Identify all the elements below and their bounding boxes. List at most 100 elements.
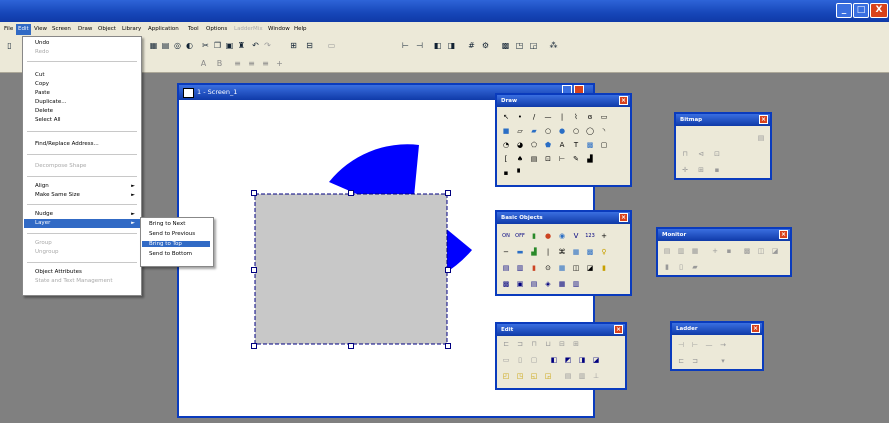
menu-window[interactable]: Window [266,24,292,35]
history-icon[interactable]: ◫ [571,264,581,273]
fill-icon[interactable]: ▟ [585,155,595,164]
chart-icon[interactable]: ⌘ [557,248,567,257]
filled-rect-icon[interactable]: ■ [501,127,511,136]
monitor-icon[interactable]: + [710,247,720,256]
bitmap-move-icon[interactable]: ✛ [680,166,690,175]
value-object[interactable]: V [571,232,581,241]
bring-next-icon[interactable]: ◰ [501,372,511,381]
submenu-item-bring-to-top[interactable]: Bring to Top [142,241,210,247]
resize-handle[interactable] [251,190,257,196]
close-button[interactable]: X [870,3,888,18]
close-icon[interactable]: × [619,96,628,105]
minimize-button[interactable]: _ [836,3,852,18]
plus-icon[interactable]: + [599,232,609,241]
ellipse-icon[interactable]: ○ [571,127,581,136]
resize-handle[interactable] [348,190,354,196]
find-icon[interactable]: ♜ [236,41,247,51]
download-icon[interactable]: ⁂ [548,41,559,51]
filled-parallelogram-icon[interactable]: ▰ [529,127,539,136]
menu-screen[interactable]: Screen [50,24,73,35]
menu-item-copy[interactable]: Copy [35,81,49,87]
edit-palette-title[interactable]: Edit × [497,324,625,336]
pointer-icon[interactable]: ↖ [501,113,511,122]
pen-icon[interactable]: ✎ [571,155,581,164]
menu-item-make-same-size[interactable]: Make Same Size [35,192,80,198]
alarm-icon[interactable]: ♀ [599,248,609,257]
line-icon[interactable]: / [529,113,539,122]
text-box-icon[interactable]: T [571,141,581,150]
bitmap-flip-icon[interactable]: ⊓ [680,150,690,159]
clock-icon[interactable]: ⊙ [543,264,553,273]
menu-file[interactable]: File [2,24,15,35]
resize-handle[interactable] [251,343,257,349]
menu-item-group[interactable]: Group [35,240,52,246]
menu-edit[interactable]: Edit [16,24,31,35]
align-bottom-icon[interactable]: ⊔ [543,340,553,349]
menu-help[interactable]: Help [292,24,309,35]
bar-icon[interactable]: | [543,248,553,257]
decompose-icon[interactable]: ⊥ [591,372,601,381]
menu-item-nudge[interactable]: Nudge [35,211,53,217]
menu-item-find-replace[interactable]: Find/Replace Address... [35,141,99,147]
undo-icon[interactable]: ↶ [250,41,261,51]
menu-item-decompose-shape[interactable]: Decompose Shape [35,163,86,169]
close-icon[interactable]: × [619,213,628,222]
off-button-object[interactable]: OFF [515,232,525,241]
word-icon[interactable]: ▭ [326,41,337,51]
align-text-right-icon[interactable]: ≡ [260,59,271,69]
date-icon[interactable]: ▦ [557,264,567,273]
bitmap-crop-icon[interactable]: ⊡ [712,150,722,159]
bit-icon[interactable]: ⊟ [304,41,315,51]
menu-laddermix[interactable]: LadderMix [232,24,265,35]
send-back-icon[interactable]: ◨ [446,41,457,51]
pie-icon[interactable]: ◔ [501,141,511,150]
draw-palette-title[interactable]: Draw × [497,95,630,107]
curve-icon[interactable]: ɞ [585,113,595,122]
monitor-icon[interactable]: ◫ [756,247,766,256]
menu-item-delete[interactable]: Delete [35,108,53,114]
submenu-item-send-to-previous[interactable]: Send to Previous [149,231,195,237]
rotate-icon[interactable]: ◐ [184,41,195,51]
bitmap-rotate-icon[interactable]: ⊲ [696,150,706,159]
menu-item-redo[interactable]: Redo [35,49,49,55]
ellipse-alt-icon[interactable]: ◯ [585,127,595,136]
dimension-icon[interactable]: ⊡ [543,155,553,164]
same-size-icon[interactable]: ▢ [529,356,539,365]
group-icon[interactable]: ▤ [563,372,573,381]
resize-handle[interactable] [251,267,257,273]
monitor-palette[interactable]: Monitor × ▤ ▥ ▦ + ▪ ▩ ◫ ◪ ▮ ▯ ▰ [656,227,792,277]
keypad-icon[interactable]: ▤ [501,264,511,273]
window-icon[interactable]: ▤ [529,280,539,289]
menu-item-ungroup[interactable]: Ungroup [35,249,59,255]
monitor-icon[interactable]: ▪ [724,247,734,256]
nudge-up-icon[interactable]: ◩ [563,356,573,365]
contact-nc-icon[interactable]: ⊢ [690,341,700,350]
save-icon[interactable]: ▦ [148,41,159,51]
align-left-icon[interactable]: ⊏ [501,340,511,349]
polyline-icon[interactable]: ⌇ [571,113,581,122]
resize-handle[interactable] [445,343,451,349]
cut-icon[interactable]: ✂ [200,41,211,51]
zoom-icon[interactable]: ◎ [172,41,183,51]
polygon-icon[interactable]: ⬠ [529,141,539,150]
menu-object[interactable]: Object [96,24,118,35]
screen-button-icon[interactable]: ▣ [515,280,525,289]
same-height-icon[interactable]: ▯ [515,356,525,365]
numeric-object[interactable]: 123 [585,232,595,241]
menu-options[interactable]: Options [204,24,229,35]
bitmap-icon[interactable]: ▩ [585,141,595,150]
monitor-icon[interactable]: ▦ [690,247,700,256]
align-right-icon[interactable]: ⊐ [515,340,525,349]
filled-circle-icon[interactable]: ● [557,127,567,136]
align-vcenter-icon[interactable]: ⊟ [557,340,567,349]
report-icon[interactable]: ▥ [571,280,581,289]
scale-icon[interactable]: [ [501,155,511,164]
graph-icon[interactable]: ▟ [529,248,539,257]
close-icon[interactable]: × [614,325,623,334]
monitor-icon[interactable]: ▮ [662,263,672,272]
close-icon[interactable]: × [751,324,760,333]
trend-icon[interactable]: ▦ [571,248,581,257]
edit-palette[interactable]: Edit × ⊏ ⊐ ⊓ ⊔ ⊟ ⊞ ▭ ▯ ▢ ◧ ◩ ◨ ◪ ◰ ◳ ◱ ◲… [495,322,627,390]
text-icon[interactable]: A [557,141,567,150]
animation-icon[interactable]: ◈ [543,280,553,289]
